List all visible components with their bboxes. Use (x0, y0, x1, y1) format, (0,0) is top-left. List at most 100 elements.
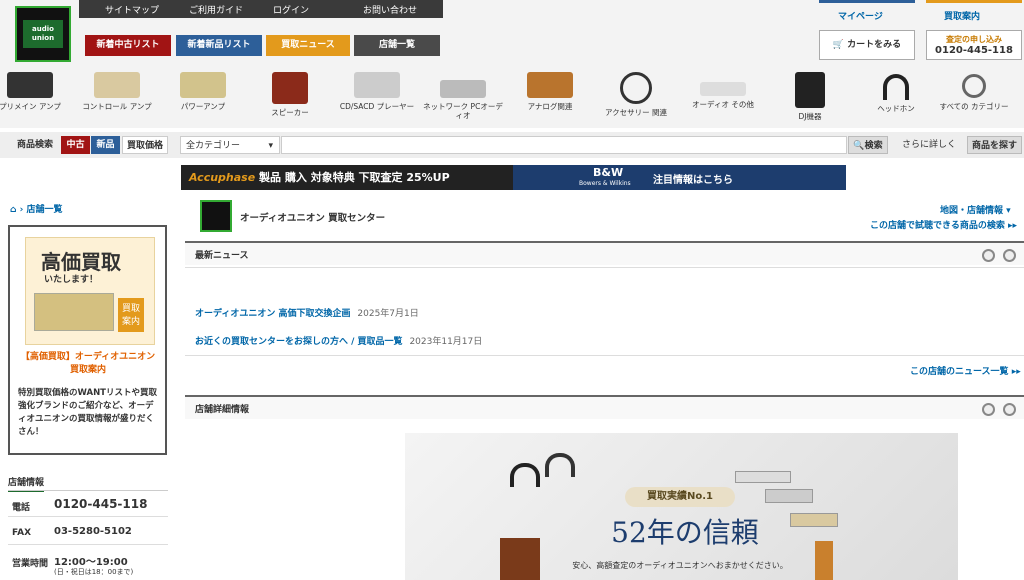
cat-label: すべての カテゴリー (939, 102, 1009, 111)
satei-box[interactable]: 査定の申し込み 0120-445-118 (926, 30, 1022, 60)
info-note: (日・祝日は18：00まで) (54, 568, 134, 576)
cart-label: カートをみる (847, 40, 902, 50)
knob-icon (1003, 403, 1016, 416)
bw-banner[interactable]: B&W Bowers & Wilkins 注目情報はこちら (513, 165, 846, 190)
search-bar: 商品検索 中古 新品 買取価格 全カテゴリー ▾ 🔍検索 さらに詳しく 商品を探す (0, 132, 1024, 158)
cat-label: コントロール アンプ (82, 102, 152, 111)
cat-premain[interactable]: プリメイン アンプ (0, 66, 70, 111)
search-icon: 🔍 (853, 141, 865, 151)
tab-store-list[interactable]: 店舗一覧 (354, 35, 440, 56)
detail-search-link[interactable]: さらに詳しく (894, 136, 964, 154)
arrow-right-icon: ▸▸ (1011, 367, 1021, 377)
cat-label: アナログ関連 (527, 102, 573, 111)
cart-button[interactable]: 🛒 カートをみる (819, 30, 915, 60)
promo-sub: いたします！ (44, 275, 99, 285)
store-info-divider (8, 490, 168, 491)
cat-other[interactable]: オーディオ その他 (683, 66, 763, 109)
cat-all[interactable]: すべての カテゴリー (934, 66, 1014, 111)
cat-cd[interactable]: CD/SACD プレーヤー (337, 66, 417, 111)
cat-label: オーディオ その他 (692, 100, 754, 109)
cat-control[interactable]: コントロール アンプ (77, 66, 157, 111)
bw-sub: Bowers & Wilkins (579, 180, 631, 187)
cat-label: CD/SACD プレーヤー (339, 102, 415, 111)
amp-image (790, 513, 838, 527)
cat-speaker[interactable]: スピーカー (250, 66, 330, 117)
bw-text: 注目情報はこちら (653, 175, 733, 186)
cat-label: ネットワーク PCオーディオ (423, 102, 503, 120)
promo-link[interactable]: 【高価買取】オーディオユニオン 買取案内 (16, 351, 160, 377)
tab-new-used[interactable]: 新着中古リスト (85, 35, 171, 56)
kaitori-promo-box[interactable]: 高価買取 いたします！ 買取 案内 【高価買取】オーディオユニオン 買取案内 特… (8, 225, 167, 455)
hero-big-text: 52年の信頼 (611, 516, 759, 549)
info-label: 営業時間 (12, 559, 49, 569)
trial-link-label: この店舗で試聴できる商品の検索 (870, 221, 1005, 231)
site-logo[interactable]: audio union (15, 6, 71, 62)
cat-power[interactable]: パワーアンプ (163, 66, 243, 111)
category-select[interactable]: 全カテゴリー ▾ (180, 136, 280, 154)
hero-image: 買取実績No.1 52年の信頼 安心、高額査定のオーディオユニオンへおまかせくだ… (405, 433, 958, 580)
accuphase-banner[interactable]: Accuphase 製品 購入 対象特典 下取査定 25%UP (181, 165, 513, 190)
search-mode-new[interactable]: 新品 (91, 136, 120, 154)
cat-label: プリメイン アンプ (0, 102, 61, 111)
news-title: 最新ニュース (195, 251, 249, 261)
speaker-icon (272, 72, 308, 104)
chevron-down-icon: ▾ (268, 141, 273, 151)
sitemap-link[interactable]: サイトマップ (105, 3, 159, 16)
speaker-image (500, 538, 540, 580)
cat-dj[interactable]: DJ機器 (770, 66, 850, 121)
kaitori-promo-image: 高価買取 いたします！ 買取 案内 (25, 237, 155, 345)
info-label: 電話 (12, 503, 31, 513)
accuphase-text: 製品 購入 対象特典 下取査定 25%UP (259, 171, 450, 184)
cat-headphone[interactable]: ヘッドホン (856, 66, 936, 113)
speaker-image (815, 541, 833, 580)
news-item-link[interactable]: オーディオユニオン 高価下取交換企画 (195, 309, 351, 319)
cat-network[interactable]: ネットワーク PCオーディオ (423, 66, 503, 120)
search-button[interactable]: 🔍検索 (848, 136, 888, 154)
kaitori-annai-link[interactable]: 買取案内 (944, 9, 980, 22)
hero-sub-text: 安心、高額査定のオーディオユニオンへおまかせください。 (572, 561, 788, 570)
utility-bar: サイトマップ ご利用ガイド ログイン お問い合わせ (79, 0, 443, 18)
news-more-link[interactable]: この店舗のニュース一覧 ▸▸ (910, 364, 1021, 377)
contact-link[interactable]: お問い合わせ (363, 3, 417, 16)
turntable-icon (527, 72, 573, 98)
amp-image (34, 293, 114, 331)
promo-badge: 買取 案内 (118, 298, 144, 332)
logo-text: audio union (23, 20, 63, 48)
search-mode-used[interactable]: 中古 (61, 136, 90, 154)
cat-accessory[interactable]: アクセサリー 関連 (596, 66, 676, 117)
promo-banner[interactable]: Accuphase 製品 購入 対象特典 下取査定 25%UP B&W Bowe… (181, 165, 846, 190)
news-item[interactable]: お近くの買取センターをお探しの方へ / 買取品一覧 2023年11月17日 (195, 334, 482, 347)
search-mode-buy[interactable]: 買取価格 (122, 136, 168, 154)
store-name: オーディオユニオン 買取センター (240, 213, 386, 224)
tab-new-items[interactable]: 新着新品リスト (176, 35, 262, 56)
amp-icon (94, 72, 140, 98)
amp-image (765, 489, 813, 503)
network-player-icon (440, 80, 486, 98)
login-link[interactable]: ログイン (273, 3, 309, 16)
dj-icon (795, 72, 825, 108)
breadcrumb-store-list[interactable]: 店舗一覧 (26, 205, 62, 215)
news-item-date: 2025年7月1日 (357, 309, 419, 319)
category-bar: プリメイン アンプ コントロール アンプ パワーアンプ スピーカー CD/SAC… (0, 66, 1024, 128)
cd-player-image (735, 471, 791, 483)
guide-link[interactable]: ご利用ガイド (189, 3, 243, 16)
satei-label: 査定の申し込み (946, 35, 1002, 44)
mypage-link[interactable]: マイページ (838, 9, 883, 22)
info-value: 03-5280-5102 (54, 526, 132, 537)
find-products-button[interactable]: 商品を探す (967, 136, 1022, 154)
cat-analog[interactable]: アナログ関連 (510, 66, 590, 111)
search-input[interactable] (281, 136, 847, 154)
news-more-label: この店舗のニュース一覧 (910, 367, 1009, 377)
detail-title: 店舗詳細情報 (195, 405, 250, 415)
news-item-link[interactable]: お近くの買取センターをお探しの方へ / 買取品一覧 (195, 337, 403, 347)
tab-kaitori-news[interactable]: 買取ニュース (266, 35, 350, 56)
map-link[interactable]: 地図・店舗情報 ▾ (940, 203, 1011, 216)
trial-link[interactable]: この店舗で試聴できる商品の検索 ▸▸ (870, 218, 1017, 231)
home-icon[interactable]: ⌂ (10, 205, 16, 215)
cat-label: DJ機器 (798, 112, 822, 121)
news-item[interactable]: オーディオユニオン 高価下取交換企画 2025年7月1日 (195, 306, 419, 319)
kaitori-bar (926, 0, 1022, 3)
site-header: audio union サイトマップ ご利用ガイド ログイン お問い合わせ 新着… (0, 0, 1024, 66)
search-label: 商品検索 (16, 140, 53, 150)
map-link-label: 地図・店舗情報 (940, 206, 1004, 216)
